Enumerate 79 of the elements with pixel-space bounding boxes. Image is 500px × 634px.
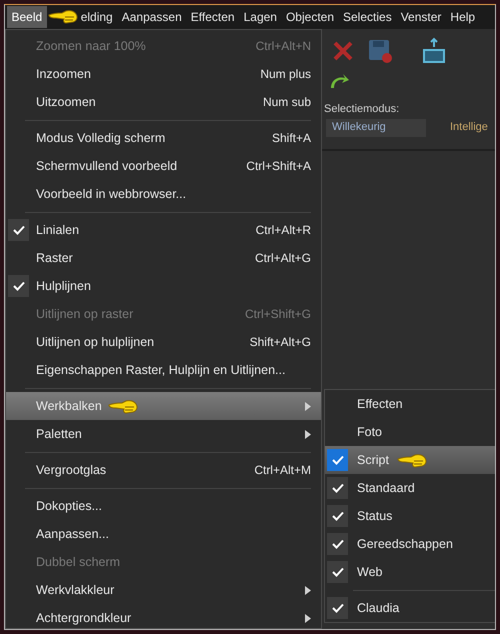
selection-mode-dropdown[interactable]: Willekeurig [326, 118, 426, 136]
selection-mode-label: Selectiemodus: [323, 102, 400, 117]
submenu-item[interactable]: Claudia [325, 594, 495, 622]
menu-bar-item[interactable]: Objecten [281, 6, 338, 28]
menu-item[interactable]: Linialen Ctrl+Alt+R [6, 216, 321, 244]
menu-item-label: Standaard [357, 480, 415, 497]
menu-item-label: Modus Volledig scherm [36, 130, 166, 147]
menu-item-label: Achtergrondkleur [36, 610, 132, 627]
menu-item[interactable]: Schermvullend voorbeeld Ctrl+Shift+A [6, 152, 321, 180]
menu-item-label: Claudia [357, 600, 400, 617]
shortcut-label: Ctrl+Shift+A [246, 158, 311, 175]
menu-item[interactable]: Achtergrondkleur [6, 604, 321, 629]
shortcut-label: Ctrl+Alt+N [256, 38, 311, 55]
menu-item[interactable]: Dokopties... [6, 492, 321, 520]
shortcut-label: Num plus [260, 66, 311, 83]
shortcut-label: Ctrl+Alt+R [256, 222, 311, 239]
menu-item[interactable]: Uitlijnen op hulplijnen Shift+Alt+G [6, 328, 321, 356]
menu-item[interactable]: Modus Volledig scherm Shift+A [6, 124, 321, 152]
menu-bar-item[interactable]: Effecten [186, 6, 240, 28]
menu-item-label: Dokopties... [36, 498, 102, 515]
menu-item[interactable]: Uitzoomen Num sub [6, 88, 321, 116]
menu-bar-item[interactable]: Lagen [239, 6, 282, 28]
menu-item-label: Script [357, 452, 389, 469]
menu-item-label: Voorbeeld in webbrowser... [36, 186, 186, 203]
menu-item[interactable]: Werkbalken [6, 392, 321, 420]
shortcut-label: Num sub [262, 94, 311, 111]
menu-item-label: Foto [357, 424, 382, 441]
menu-item-label: Aanpassen... [36, 526, 109, 543]
menu-item-label: Schermvullend voorbeeld [36, 158, 178, 175]
submenu-item[interactable]: Gereedschappen [325, 530, 495, 558]
menu-bar-item[interactable]: Selecties [338, 6, 396, 28]
menu-item-label: Zoomen naar 100% [36, 38, 146, 55]
menu-item[interactable]: Paletten [6, 420, 321, 448]
pointing-hand-icon [48, 8, 78, 24]
menu-bar-item[interactable]: Beeld [7, 6, 47, 28]
menu-item[interactable]: Voorbeeld in webbrowser... [6, 180, 321, 208]
menu-item-label: Uitlijnen op hulplijnen [36, 334, 154, 351]
menu-item-label: Hulplijnen [36, 278, 91, 295]
shortcut-label: Ctrl+Alt+G [254, 250, 311, 267]
menu-item-label: Paletten [36, 426, 82, 443]
menu-item[interactable]: Eigenschappen Raster, Hulplijn en Uitlijnen... [6, 356, 321, 384]
shortcut-label: Shift+A [272, 130, 311, 147]
menu-item[interactable]: Inzoomen Num plus [6, 60, 321, 88]
menu-item-label: Linialen [36, 222, 80, 239]
menu-item-label: Effecten [357, 396, 403, 413]
menu-item-label: Dubbel scherm [36, 554, 120, 571]
menu-item-label: Eigenschappen Raster, Hulplijn en Uitlijnen... [36, 362, 286, 379]
menu-bar-item[interactable]: elding [46, 6, 118, 28]
menu-item[interactable]: Aanpassen... [6, 520, 321, 548]
submenu-item[interactable]: Script [325, 446, 495, 474]
menu-bar-item[interactable]: Aanpassen [117, 6, 186, 28]
menu-item[interactable]: Hulplijnen [6, 272, 321, 300]
submenu-item[interactable]: Standaard [325, 474, 495, 502]
menu-item-label: Gereedschappen [357, 536, 453, 553]
menu-item[interactable]: Werkvlakkleur [6, 576, 321, 604]
menu-bar-item[interactable]: Venster [396, 6, 446, 28]
shortcut-label: Ctrl+Shift+G [244, 306, 311, 323]
menu-item[interactable]: Vergrootglas Ctrl+Alt+M [6, 456, 321, 484]
menu-item-label: Vergrootglas [36, 462, 106, 479]
menu-item-label: Werkbalken [36, 398, 102, 415]
submenu-item[interactable]: Foto [325, 418, 495, 446]
menu-item-label: Web [357, 564, 382, 581]
menu-item-label: Inzoomen [36, 66, 91, 83]
pointing-hand-icon [108, 398, 138, 414]
shortcut-label: Ctrl+Alt+M [254, 462, 311, 479]
pointing-hand-icon [396, 452, 427, 468]
menu-item-label: Werkvlakkleur [36, 582, 114, 599]
menu-item-label: Raster [36, 250, 73, 267]
menu-item-label: Uitlijnen op raster [36, 306, 134, 323]
option-label[interactable]: Intellige [450, 119, 488, 136]
shortcut-label: Shift+Alt+G [250, 334, 311, 351]
menu-bar-item[interactable]: Help [446, 6, 480, 28]
jpg-file-icon[interactable] [422, 37, 446, 65]
menu-item[interactable]: Raster Ctrl+Alt+G [6, 244, 321, 272]
submenu-item[interactable]: Web [325, 558, 495, 586]
menu-item-label: Uitzoomen [36, 94, 96, 111]
submenu-item[interactable]: Status [325, 502, 495, 530]
submenu-item[interactable]: Effecten [325, 390, 495, 418]
menu-item-label: Status [357, 508, 392, 525]
